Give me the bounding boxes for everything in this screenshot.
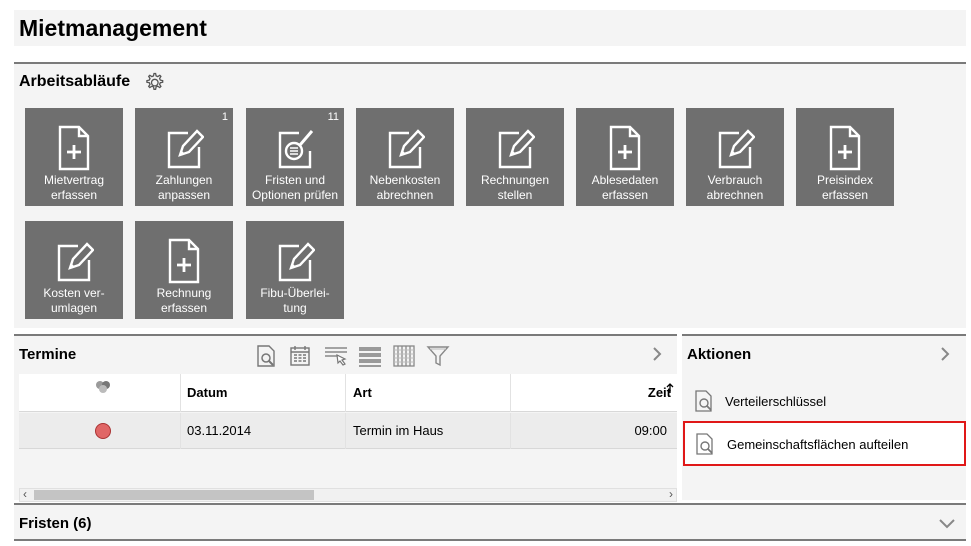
table-row[interactable]: 03.11.2014 Termin im Haus 09:00 <box>19 413 677 449</box>
tile-fristen-optionen-pruefen[interactable]: 11 Fristen und Optionen prüfen <box>246 108 344 206</box>
action-verteilerschluessel[interactable]: Verteilerschlüssel <box>687 382 965 420</box>
cell-status <box>19 413 181 449</box>
doc-plus-icon <box>58 125 90 171</box>
action-gemeinschaftsflaechen-aufteilen[interactable]: Gemeinschaftsflächen aufteilen <box>683 421 966 466</box>
tile-label: Zahlungen anpassen <box>155 173 213 202</box>
tile-label: Verbrauch abrechnen <box>706 173 764 202</box>
status-indicator <box>95 423 111 439</box>
chevron-right-icon[interactable] <box>650 345 664 363</box>
cell-datum: 03.11.2014 <box>181 413 346 449</box>
tile-label: Fibu-Überlei- tung <box>260 286 330 315</box>
filter-icon[interactable] <box>426 344 450 368</box>
tile-rechnungen-stellen[interactable]: Rechnungen stellen <box>466 108 564 206</box>
column-header-art-label: Art <box>353 385 372 400</box>
aktionen-panel: Aktionen Verteilerschlüssel Gemeinschaft… <box>682 334 966 500</box>
tile-label: Fristen und Optionen prüfen <box>251 173 339 202</box>
aktionen-title: Aktionen <box>687 346 752 363</box>
gear-icon[interactable] <box>141 70 167 96</box>
doc-search-icon <box>696 433 713 455</box>
doc-search-icon[interactable] <box>254 344 278 368</box>
cell-zeit: 09:00 <box>634 423 667 438</box>
edit-icon <box>388 129 425 169</box>
tile-label: Nebenkosten abrechnen <box>369 173 441 202</box>
tile-fibu-ueberleitung[interactable]: Fibu-Überlei- tung <box>246 221 344 319</box>
page-title: Mietmanagement <box>19 15 207 41</box>
column-header-datum-label: Datum <box>187 385 228 400</box>
sort-up-icon <box>666 383 674 393</box>
edit-icon <box>498 129 535 169</box>
termine-panel: Termine Datum Art Zeit 03.11.2014 Termin… <box>14 334 677 502</box>
fristen-title: Fristen (6) <box>19 515 92 532</box>
edit-icon <box>57 242 94 282</box>
columns-icon[interactable] <box>392 344 416 368</box>
doc-plus-icon <box>829 125 861 171</box>
column-header-status[interactable] <box>19 374 181 412</box>
table-header: Datum Art Zeit <box>19 374 677 412</box>
edit-icon <box>167 129 204 169</box>
tile-rechnung-erfassen[interactable]: Rechnung erfassen <box>135 221 233 319</box>
tile-preisindex-erfassen[interactable]: Preisindex erfassen <box>796 108 894 206</box>
action-label: Verteilerschlüssel <box>725 394 827 409</box>
select-rows-icon[interactable] <box>324 344 348 368</box>
tile-kosten-verumlagen[interactable]: Kosten ver- umlagen <box>25 221 123 319</box>
calendar-icon[interactable] <box>288 344 312 368</box>
tile-zahlungen-anpassen[interactable]: 1 Zahlungen anpassen <box>135 108 233 206</box>
scroll-right-icon[interactable]: › <box>669 487 673 501</box>
tile-badge: 1 <box>221 111 228 123</box>
tile-verbrauch-abrechnen[interactable]: Verbrauch abrechnen <box>686 108 784 206</box>
tile-ablesedaten-erfassen[interactable]: Ablesedaten erfassen <box>576 108 674 206</box>
chevron-down-icon[interactable] <box>938 517 956 531</box>
doc-search-icon <box>695 390 712 412</box>
page-header: Mietmanagement <box>14 10 966 46</box>
chevron-right-icon[interactable] <box>938 345 952 363</box>
workflow-tiles-area: Mietvertrag erfassen 1 Zahlungen anpasse… <box>14 98 966 328</box>
workflows-title: Arbeitsabläufe <box>19 73 131 90</box>
column-header-art[interactable]: Art <box>346 374 511 412</box>
tile-label: Kosten ver- umlagen <box>43 286 105 315</box>
action-label: Gemeinschaftsflächen aufteilen <box>727 437 909 452</box>
edit-icon <box>718 129 755 169</box>
edit-icon <box>278 242 315 282</box>
rows-icon[interactable] <box>358 344 382 368</box>
status-dots-icon <box>96 381 110 393</box>
fristen-header[interactable]: Fristen (6) <box>14 503 966 541</box>
tile-mietvertrag-erfassen[interactable]: Mietvertrag erfassen <box>25 108 123 206</box>
tile-label: Ablesedaten erfassen <box>591 173 659 202</box>
tile-nebenkosten-abrechnen[interactable]: Nebenkosten abrechnen <box>356 108 454 206</box>
tile-label: Preisindex erfassen <box>816 173 874 202</box>
workflows-header: Arbeitsabläufe <box>14 62 966 98</box>
tile-badge: 11 <box>327 111 339 123</box>
tile-label: Rechnung erfassen <box>156 286 212 315</box>
scroll-left-icon[interactable]: ‹ <box>23 487 27 501</box>
tile-label: Rechnungen stellen <box>480 173 550 202</box>
column-header-zeit[interactable]: Zeit <box>511 374 677 412</box>
column-header-datum[interactable]: Datum <box>181 374 346 412</box>
doc-search-icon <box>278 130 314 169</box>
horizontal-scrollbar[interactable]: ‹ › <box>19 487 677 502</box>
cell-art: Termin im Haus <box>346 413 511 449</box>
scrollbar-thumb[interactable] <box>34 490 314 500</box>
doc-plus-icon <box>168 238 200 284</box>
tile-label: Mietvertrag erfassen <box>43 173 105 202</box>
doc-plus-icon <box>609 125 641 171</box>
termine-title: Termine <box>19 346 77 363</box>
